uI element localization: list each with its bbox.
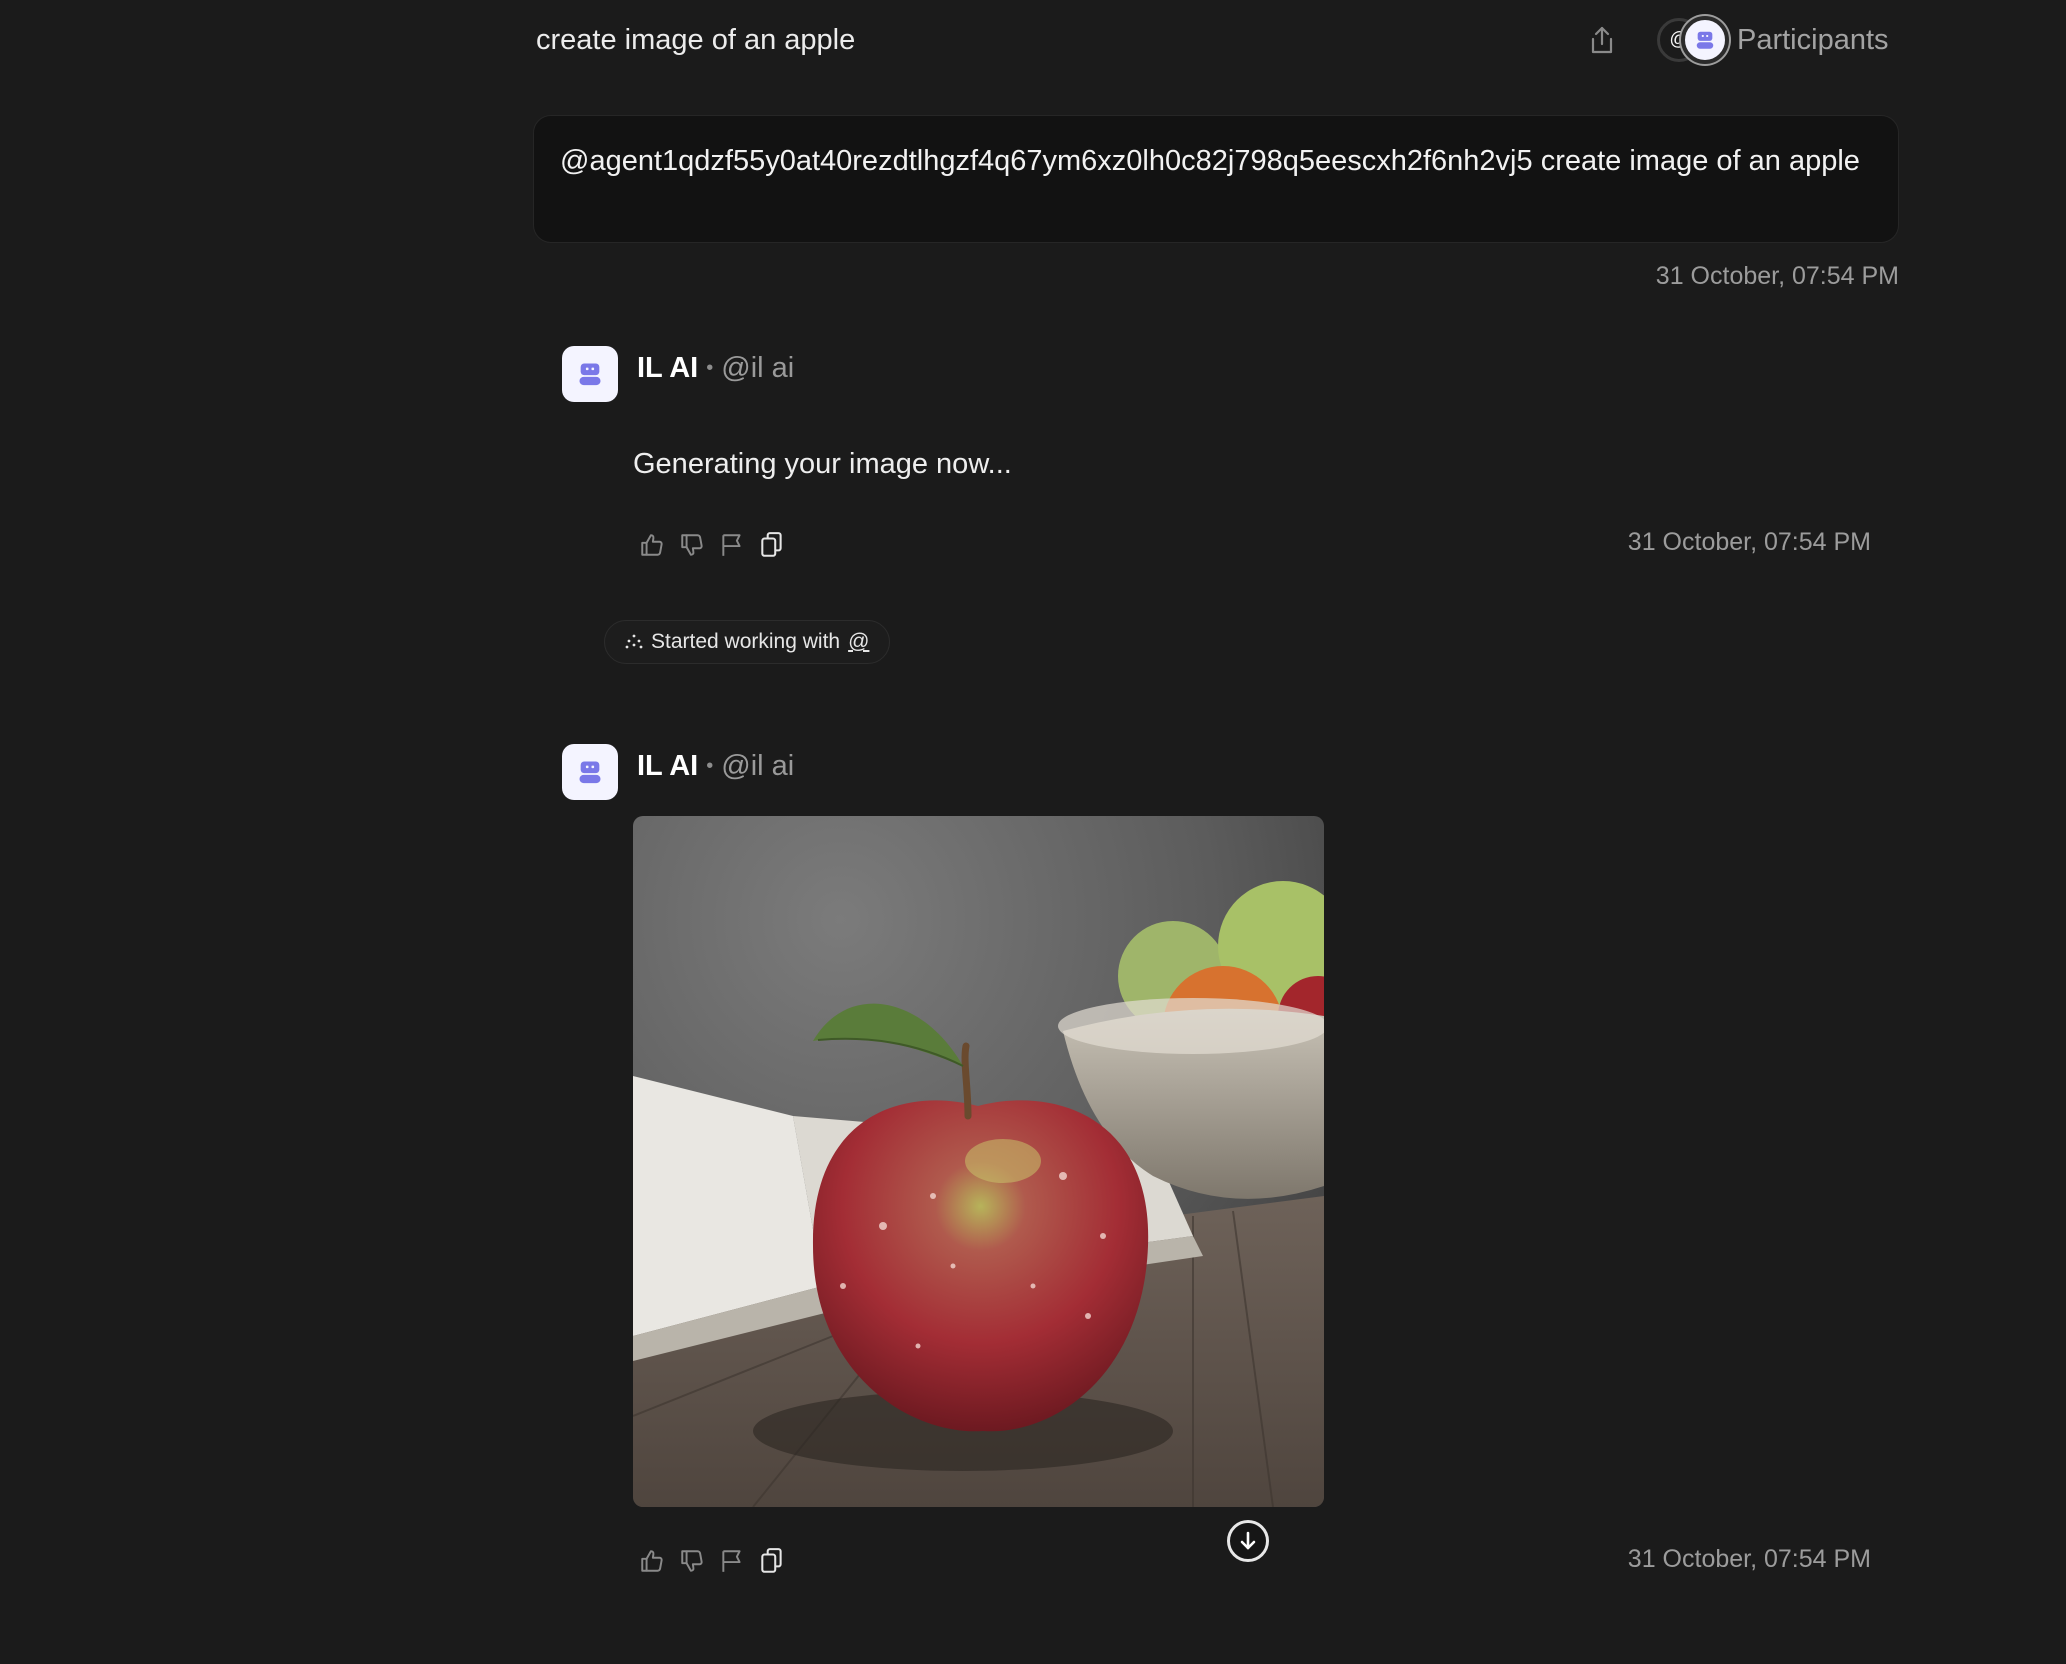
participants-button[interactable]: @ Participants [1655, 12, 1889, 68]
status-pill[interactable]: Started working with @ [604, 620, 891, 664]
flag-icon [722, 534, 741, 556]
status-pill-mention: @ [848, 630, 870, 653]
name-separator: • [706, 356, 714, 379]
agent-name-row: IL AI • @il ai [637, 746, 794, 786]
share-button[interactable] [1582, 20, 1622, 60]
participant-bot-avatar [1681, 16, 1729, 64]
agent-name: IL AI [637, 351, 699, 384]
participant-avatars: @ [1655, 12, 1731, 68]
agent-name: IL AI [637, 749, 699, 782]
thumbs-down-button[interactable] [679, 532, 705, 558]
agent-handle: @il ai [721, 749, 795, 782]
thumbs-down-icon [681, 534, 703, 556]
agent-message-timestamp: 31 October, 07:54 PM [1627, 528, 1871, 556]
scroll-to-bottom-button[interactable] [1227, 1520, 1269, 1562]
thumbs-down-icon [681, 1550, 703, 1572]
bot-icon [1696, 31, 1714, 49]
bot-icon [579, 363, 601, 386]
message-actions [639, 1548, 785, 1574]
bot-icon [579, 761, 601, 784]
flag-icon [722, 1550, 741, 1572]
message-actions [639, 532, 785, 558]
agent-handle: @il ai [721, 351, 795, 384]
flag-button[interactable] [719, 1548, 745, 1574]
copy-button[interactable] [759, 1548, 785, 1574]
name-separator: • [706, 754, 714, 777]
agent-avatar [562, 346, 618, 402]
agent-message-timestamp: 31 October, 07:54 PM [1627, 1545, 1871, 1573]
share-icon [1591, 26, 1613, 54]
thumbs-up-icon [641, 1550, 663, 1572]
user-message-bubble: @agent1qdzf55y0at40rezdtlhgzf4q67ym6xz0l… [533, 115, 1899, 243]
user-message-timestamp: 31 October, 07:54 PM [1655, 262, 1899, 290]
apple-picture [633, 816, 1324, 1507]
chat-title: create image of an apple [536, 24, 856, 56]
copy-icon [761, 532, 782, 557]
user-message-text: @agent1qdzf55y0at40rezdtlhgzf4q67ym6xz0l… [560, 145, 1860, 177]
copy-icon [761, 1548, 782, 1573]
agent-name-row: IL AI • @il ai [637, 348, 794, 388]
thumbs-up-icon [641, 534, 663, 556]
thumbs-up-button[interactable] [639, 532, 665, 558]
participants-label: Participants [1737, 23, 1889, 56]
agent-message-text: Generating your image now... [633, 448, 1012, 480]
agent-avatar [562, 744, 618, 800]
arrow-down-icon [1240, 1531, 1256, 1550]
flag-button[interactable] [719, 532, 745, 558]
thumbs-down-button[interactable] [679, 1548, 705, 1574]
sparkle-icon [625, 634, 643, 649]
thumbs-up-button[interactable] [639, 1548, 665, 1574]
copy-button[interactable] [759, 532, 785, 558]
generated-image[interactable] [633, 816, 1324, 1507]
status-pill-text: Started working with [651, 630, 841, 653]
